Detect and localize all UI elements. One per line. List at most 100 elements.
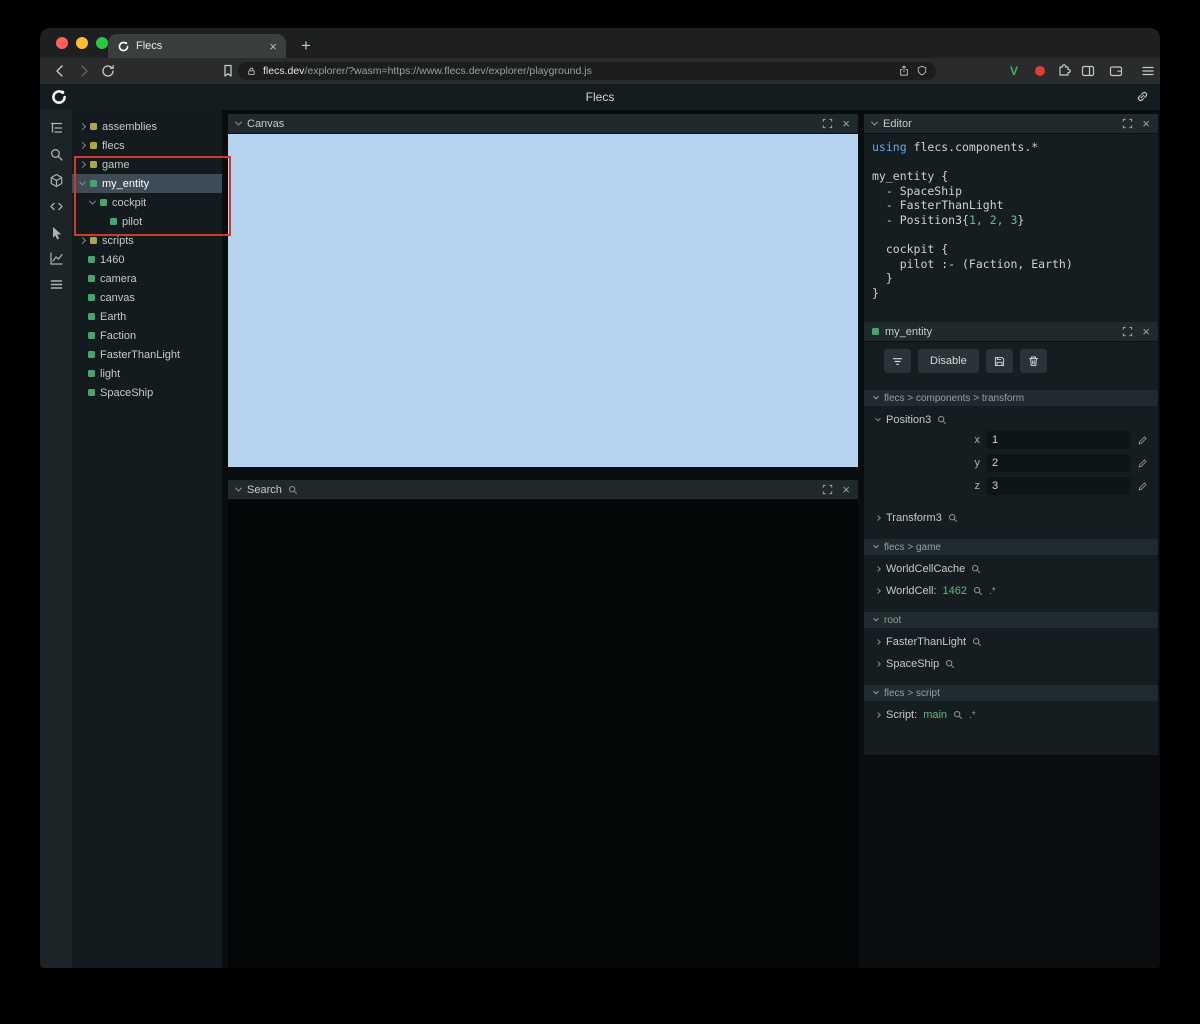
magnifier-icon[interactable]: [971, 564, 981, 574]
save-button[interactable]: [985, 349, 1013, 373]
wallet-icon[interactable]: [1108, 63, 1124, 79]
collapse-chevron-icon[interactable]: [234, 118, 243, 126]
tree-item-scripts[interactable]: scripts: [72, 231, 222, 250]
chevron-right-icon[interactable]: [875, 712, 881, 718]
magnifier-icon[interactable]: [945, 659, 955, 669]
tree-item-camera[interactable]: camera: [72, 269, 222, 288]
close-icon[interactable]: ×: [842, 117, 850, 130]
tree-item-spaceship[interactable]: SpaceShip: [72, 383, 222, 402]
magnifier-icon[interactable]: [948, 513, 958, 523]
reload-icon[interactable]: [100, 63, 116, 79]
tree-item-game[interactable]: game: [72, 155, 222, 174]
field-z-input[interactable]: 3: [986, 477, 1130, 495]
cursor-icon[interactable]: [49, 225, 64, 240]
tree-item-cockpit[interactable]: cockpit: [72, 193, 222, 212]
tree-item-assemblies[interactable]: assemblies: [72, 117, 222, 136]
tree-item-1460[interactable]: 1460: [72, 250, 222, 269]
section-transform[interactable]: flecs > components > transform: [864, 390, 1158, 406]
entity-square-icon: [88, 351, 95, 358]
bookmark-icon[interactable]: [220, 63, 236, 79]
chevron-right-icon[interactable]: [875, 515, 881, 521]
tag-fasterthanlight[interactable]: FasterThanLight: [875, 636, 1158, 648]
section-script[interactable]: flecs > script: [864, 685, 1158, 701]
tree-item-my-entity[interactable]: my_entity: [72, 174, 222, 193]
edit-pencil-icon[interactable]: [1137, 435, 1148, 446]
minimize-window-button[interactable]: [76, 37, 88, 49]
tree-item-fasterthanlight[interactable]: FasterThanLight: [72, 345, 222, 364]
chevron-right-icon[interactable]: [78, 141, 87, 150]
canvas-viewport[interactable]: [228, 134, 858, 467]
components-cube-icon[interactable]: [49, 173, 64, 188]
component-script[interactable]: Script: main .*: [875, 709, 1158, 721]
field-y-input[interactable]: 2: [986, 454, 1130, 472]
disable-button[interactable]: Disable: [918, 349, 979, 373]
tab-close-button[interactable]: ×: [269, 40, 277, 53]
entity-tree-icon[interactable]: [49, 121, 64, 136]
chevron-right-icon[interactable]: [875, 639, 881, 645]
browser-tab[interactable]: Flecs ×: [108, 34, 286, 58]
magnifier-icon[interactable]: [953, 710, 963, 720]
chevron-right-icon[interactable]: [78, 122, 87, 131]
module-square-icon: [90, 161, 97, 168]
expand-icon[interactable]: [822, 118, 833, 129]
component-position3[interactable]: Position3: [875, 414, 1158, 426]
code-icon[interactable]: [49, 199, 64, 214]
chevron-down-icon[interactable]: [875, 415, 881, 422]
shield-icon[interactable]: [916, 65, 928, 77]
zoom-window-button[interactable]: [96, 37, 108, 49]
section-game[interactable]: flecs > game: [864, 539, 1158, 555]
chevron-right-icon[interactable]: [875, 566, 881, 572]
share-icon[interactable]: [898, 65, 910, 77]
expand-icon[interactable]: [1122, 118, 1133, 129]
forward-icon[interactable]: [76, 63, 92, 79]
close-window-button[interactable]: [56, 37, 68, 49]
magnifier-icon[interactable]: [972, 637, 982, 647]
extensions-puzzle-icon[interactable]: [1056, 63, 1072, 79]
close-icon[interactable]: ×: [1142, 325, 1150, 338]
stats-chart-icon[interactable]: [49, 251, 64, 266]
component-worldcellcache[interactable]: WorldCellCache: [875, 563, 1158, 575]
magnifier-icon[interactable]: [937, 415, 947, 425]
chevron-right-icon[interactable]: [78, 160, 87, 169]
search-icon[interactable]: [49, 147, 64, 162]
chevron-right-icon[interactable]: [78, 236, 87, 245]
delete-button[interactable]: [1019, 349, 1047, 373]
code-editor[interactable]: using flecs.components.* my_entity { - S…: [864, 134, 1158, 307]
collapse-chevron-icon[interactable]: [234, 484, 243, 492]
link-icon[interactable]: [1135, 89, 1150, 104]
chevron-right-icon[interactable]: [875, 661, 881, 667]
field-x-input[interactable]: 1: [986, 431, 1130, 449]
new-tab-button[interactable]: +: [294, 34, 318, 58]
chevron-right-icon[interactable]: [875, 588, 881, 594]
red-extension-icon[interactable]: [1032, 63, 1048, 79]
chevron-down-icon[interactable]: [88, 197, 97, 205]
component-transform3[interactable]: Transform3: [875, 512, 1158, 524]
field-label-z: z: [974, 480, 981, 492]
tree-item-light[interactable]: light: [72, 364, 222, 383]
section-root[interactable]: root: [864, 612, 1158, 628]
close-icon[interactable]: ×: [842, 483, 850, 496]
tree-item-pilot[interactable]: pilot: [72, 212, 222, 231]
v-extension-icon[interactable]: V: [1006, 63, 1022, 79]
side-panel-icon[interactable]: [1080, 63, 1096, 79]
address-bar[interactable]: flecs.dev/explorer/?wasm=https://www.fle…: [238, 62, 936, 80]
tree-item-earth[interactable]: Earth: [72, 307, 222, 326]
back-icon[interactable]: [52, 63, 68, 79]
tree-item-flecs[interactable]: flecs: [72, 136, 222, 155]
collapse-chevron-icon[interactable]: [870, 118, 879, 126]
menu-icon[interactable]: [1140, 63, 1156, 79]
chevron-down-icon[interactable]: [78, 178, 87, 186]
tag-spaceship[interactable]: SpaceShip: [875, 658, 1158, 670]
close-icon[interactable]: ×: [1142, 117, 1150, 130]
tree-item-canvas[interactable]: canvas: [72, 288, 222, 307]
filter-button[interactable]: [884, 349, 911, 373]
search-results-area[interactable]: [228, 500, 858, 968]
rows-list-icon[interactable]: [49, 277, 64, 292]
expand-icon[interactable]: [822, 484, 833, 495]
expand-icon[interactable]: [1122, 326, 1133, 337]
tree-item-faction[interactable]: Faction: [72, 326, 222, 345]
edit-pencil-icon[interactable]: [1137, 458, 1148, 469]
edit-pencil-icon[interactable]: [1137, 481, 1148, 492]
component-worldcell[interactable]: WorldCell: 1462 .*: [875, 585, 1158, 597]
magnifier-icon[interactable]: [973, 586, 983, 596]
